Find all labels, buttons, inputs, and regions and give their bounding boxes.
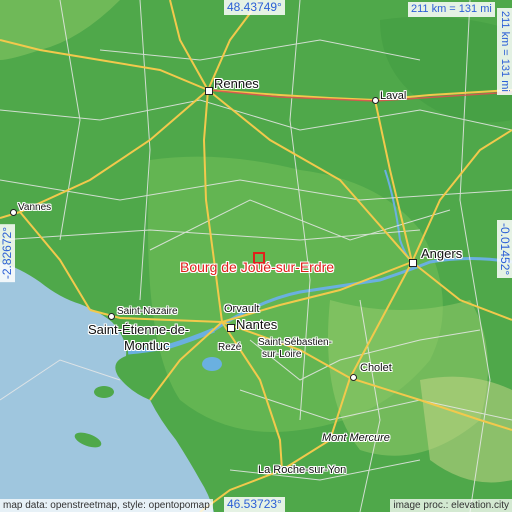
city-label[interactable]: Mont Mercure bbox=[322, 432, 390, 444]
south-coordinate: 46.53723° bbox=[224, 497, 285, 512]
map-canvas[interactable]: Rennes Laval Vannes Angers Saint-Nazaire… bbox=[0, 0, 512, 512]
city-label[interactable]: Angers bbox=[421, 246, 462, 261]
city-dot-rennes bbox=[205, 87, 213, 95]
attribution-right: image proc.: elevation.city bbox=[390, 499, 512, 512]
lake-grand-lieu bbox=[202, 357, 222, 371]
city-label[interactable]: Vannes bbox=[18, 202, 51, 213]
city-dot-vannes bbox=[10, 209, 17, 216]
city-label[interactable]: Rennes bbox=[214, 76, 259, 91]
north-coordinate: 48.43749° bbox=[224, 0, 285, 15]
city-label[interactable]: Nantes bbox=[236, 317, 277, 332]
east-coordinate: -0.01452° bbox=[497, 220, 512, 279]
city-label[interactable]: sur-Loire bbox=[262, 349, 301, 360]
city-label[interactable]: Cholet bbox=[360, 362, 392, 374]
city-label[interactable]: Saint-Sébastien- bbox=[258, 337, 332, 348]
city-label[interactable]: Saint-Nazaire bbox=[117, 306, 178, 317]
west-coordinate: -2.82672° bbox=[0, 224, 15, 283]
city-dot-nantes bbox=[227, 324, 235, 332]
city-dot-angers bbox=[409, 259, 417, 267]
city-dot-cholet bbox=[350, 374, 357, 381]
city-label[interactable]: Orvault bbox=[224, 303, 259, 315]
attribution-left: map data: openstreetmap, style: opentopo… bbox=[0, 499, 213, 512]
city-label[interactable]: La Roche-sur-Yon bbox=[258, 464, 346, 476]
target-place-label[interactable]: Bourg de Joué-sur-Erdre bbox=[180, 259, 334, 275]
island bbox=[94, 386, 114, 398]
scale-right: 211 km = 131 mi bbox=[497, 8, 512, 95]
city-dot-saint-nazaire bbox=[108, 313, 115, 320]
city-label[interactable]: Saint-Étienne-de- bbox=[88, 322, 189, 337]
city-label[interactable]: Laval bbox=[380, 90, 406, 102]
city-label[interactable]: Rezé bbox=[218, 342, 241, 353]
city-label[interactable]: Montluc bbox=[124, 338, 170, 353]
scale-top: 211 km = 131 mi bbox=[408, 2, 495, 17]
city-dot-laval bbox=[372, 97, 379, 104]
